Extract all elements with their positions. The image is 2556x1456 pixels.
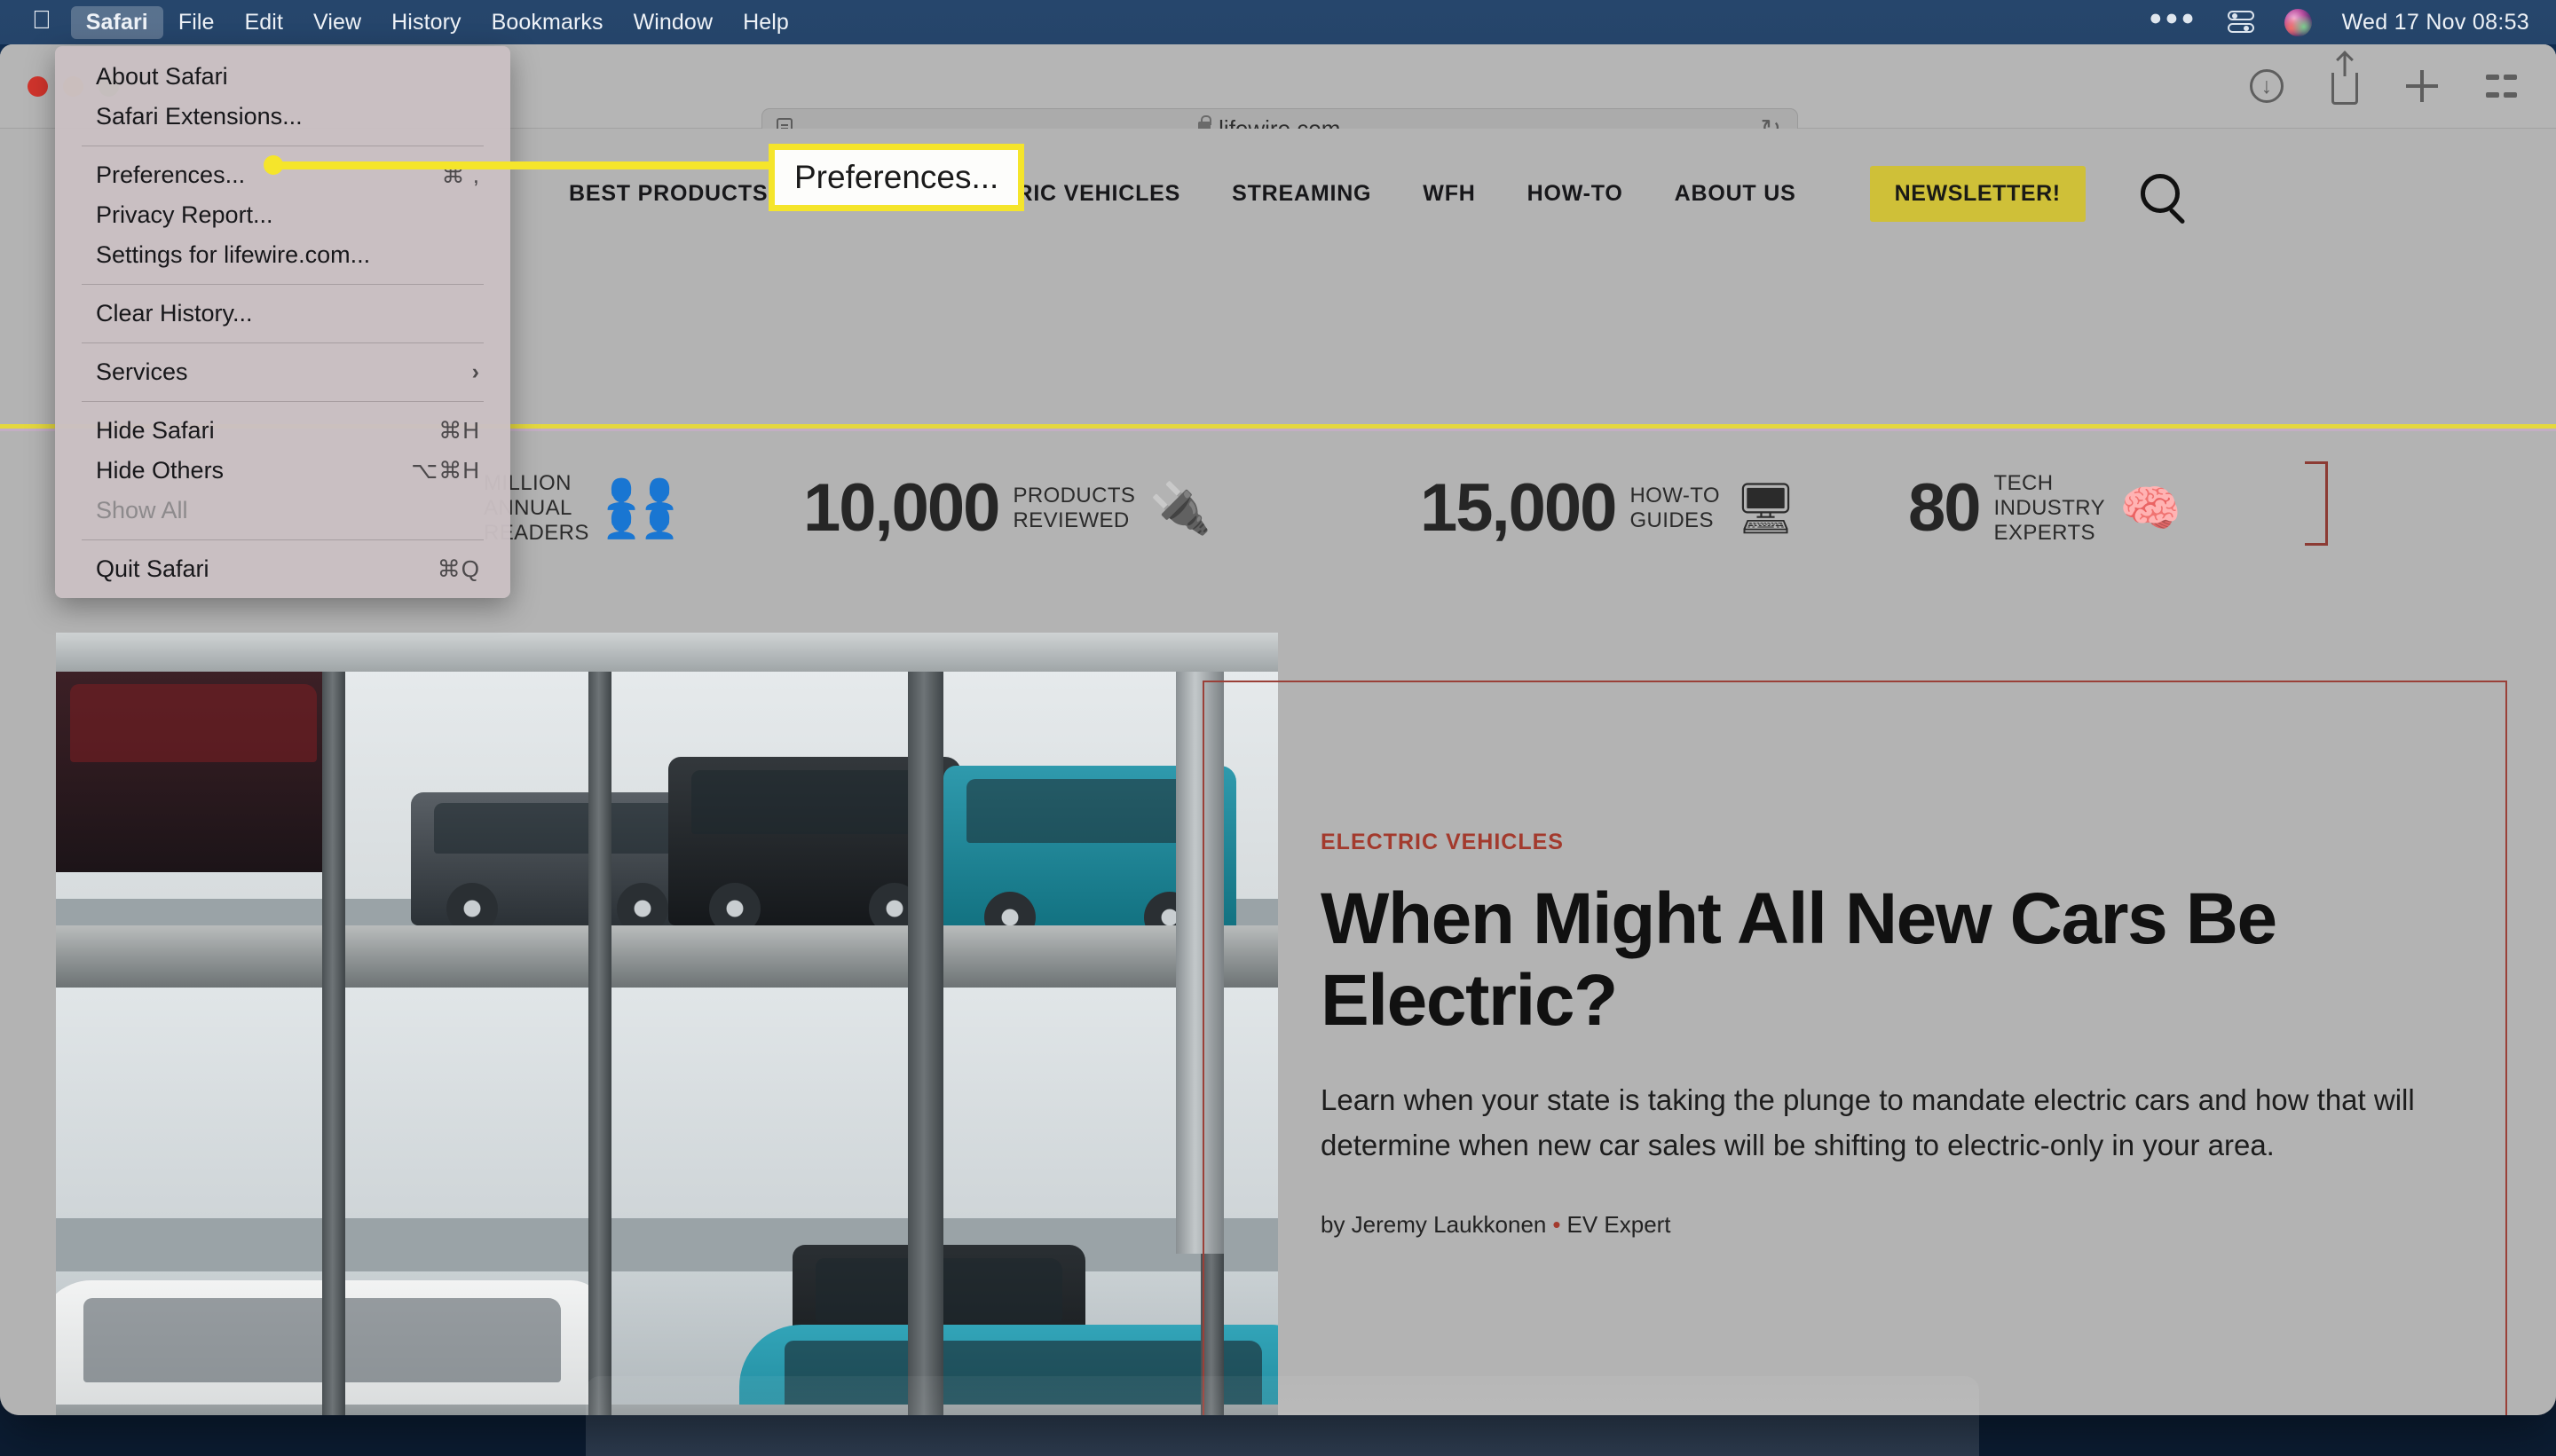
nav-link-streaming[interactable]: STREAMING <box>1206 181 1397 207</box>
stat-guides-label: HOW-TO GUIDES <box>1629 484 1720 532</box>
safari-dropdown-menu: About Safari Safari Extensions... Prefer… <box>55 46 510 598</box>
article-headline[interactable]: When Might All New Cars Be Electric? <box>1321 878 2439 1042</box>
stat-products-reviewed: 10,000 PRODUCTS REVIEWED 🔌 <box>803 475 1211 542</box>
stat-guides-number: 15,000 <box>1420 470 1617 546</box>
menu-item-label: Services <box>96 358 188 385</box>
nav-link-how-to[interactable]: HOW-TO <box>1502 181 1649 207</box>
menu-item-show-all: Show All <box>55 491 510 531</box>
tab-overview-icon[interactable] <box>2486 71 2517 102</box>
article-category[interactable]: ELECTRIC VEHICLES <box>1321 830 2439 855</box>
menu-bookmarks[interactable]: Bookmarks <box>477 6 619 39</box>
stat-tech-experts: 80 TECH INDUSTRY EXPERTS 🧠 <box>1908 471 2181 545</box>
desktop-background:  Safari File Edit View History Bookmark… <box>0 0 2556 1456</box>
article-hero-image[interactable] <box>56 633 1278 1415</box>
menu-item-clear-history[interactable]: Clear History... <box>55 294 510 334</box>
stat-readers: MILLION ANNUAL READERS 👤 👤 👤 👤 <box>484 471 678 545</box>
menu-item-label: Preferences... <box>96 161 246 188</box>
menu-item-label: Hide Others <box>96 457 225 484</box>
article-dek: Learn when your state is taking the plun… <box>1321 1082 2415 1162</box>
article-block: ELECTRIC VEHICLES When Might All New Car… <box>1321 830 2439 1239</box>
menu-item-hide-safari[interactable]: Hide Safari ⌘H <box>55 411 510 451</box>
newsletter-button[interactable]: NEWSLETTER! <box>1869 165 2086 222</box>
menu-divider <box>82 539 484 540</box>
hero-photo <box>56 633 1278 1415</box>
submenu-chevron-icon: › <box>471 359 480 384</box>
menu-item-label: About Safari <box>96 63 228 90</box>
menu-edit[interactable]: Edit <box>230 6 298 39</box>
stat-experts-number: 80 <box>1908 469 1982 546</box>
stat-products-number: 10,000 <box>803 470 1000 546</box>
menu-divider <box>82 284 484 285</box>
menu-divider <box>82 401 484 402</box>
apple-menu-icon[interactable]:  <box>32 7 51 34</box>
downloads-icon[interactable] <box>2250 69 2284 103</box>
byline-role: EV Expert <box>1566 1210 1671 1238</box>
menu-view[interactable]: View <box>298 6 376 39</box>
menu-item-quit-safari[interactable]: Quit Safari ⌘Q <box>55 549 510 589</box>
menu-item-shortcut: ⌘Q <box>437 555 480 582</box>
new-tab-icon[interactable] <box>2406 70 2438 102</box>
menu-safari[interactable]: Safari <box>70 5 163 39</box>
byline-separator: • <box>1552 1210 1561 1238</box>
menu-item-label: Safari Extensions... <box>96 103 303 130</box>
menu-item-about-safari[interactable]: About Safari <box>55 57 510 97</box>
menu-item-label: Quit Safari <box>96 555 209 582</box>
menu-item-label: Hide Safari <box>96 417 215 444</box>
menu-extras-more-icon[interactable]: ●●● <box>2149 5 2197 31</box>
stat-products-label: PRODUCTS REVIEWED <box>1013 484 1136 532</box>
menu-item-hide-others[interactable]: Hide Others ⌥⌘H <box>55 451 510 491</box>
people-icon: 👤 👤 👤 👤 <box>603 476 679 539</box>
close-button[interactable] <box>28 75 48 97</box>
nav-link-best-products[interactable]: BEST PRODUCTS <box>543 181 793 207</box>
menu-item-label: Privacy Report... <box>96 201 273 228</box>
menu-divider <box>82 342 484 343</box>
search-icon[interactable] <box>2140 174 2180 213</box>
siri-icon[interactable] <box>2284 8 2312 36</box>
menu-item-services[interactable]: Services › <box>55 352 510 392</box>
desktop-dock-shadow <box>586 1376 1979 1456</box>
menu-item-shortcut: ⌥⌘H <box>411 457 480 484</box>
article-byline: by Jeremy Laukkonen • EV Expert <box>1321 1211 2439 1239</box>
menu-help[interactable]: Help <box>728 6 804 39</box>
code-gear-icon: 🖥 <box>1733 480 1798 536</box>
menu-item-label: Clear History... <box>96 300 253 327</box>
menu-item-safari-extensions[interactable]: Safari Extensions... <box>55 97 510 137</box>
share-icon[interactable] <box>2331 73 2358 105</box>
menu-item-label: Settings for lifewire.com... <box>96 241 371 268</box>
menubar-clock[interactable]: Wed 17 Nov 08:53 <box>2342 10 2529 35</box>
control-center-icon[interactable] <box>2227 11 2254 34</box>
nav-link-about-us[interactable]: ABOUT US <box>1649 181 1822 207</box>
menu-item-shortcut: ⌘H <box>438 417 480 444</box>
toolbar-right-icons <box>2250 67 2517 105</box>
brain-head-icon: 🧠 <box>2119 479 2181 536</box>
menubar-status-area: ●●● Wed 17 Nov 08:53 <box>2149 5 2556 36</box>
mac-menu-bar:  Safari File Edit View History Bookmark… <box>0 0 2556 44</box>
multimeter-icon: 🔌 <box>1149 480 1212 536</box>
decorative-red-bracket <box>2305 461 2328 546</box>
byline-author[interactable]: by Jeremy Laukkonen <box>1321 1211 1546 1238</box>
menu-window[interactable]: Window <box>619 6 729 39</box>
menu-file[interactable]: File <box>163 6 230 39</box>
stat-howto-guides: 15,000 HOW-TO GUIDES 🖥 <box>1420 475 1797 542</box>
menu-item-label: Show All <box>96 497 188 523</box>
callout-leader-line <box>273 161 772 169</box>
stat-experts-label: TECH INDUSTRY EXPERTS <box>1993 471 2105 545</box>
callout-anchor-dot <box>264 155 283 175</box>
menu-item-settings-for-site[interactable]: Settings for lifewire.com... <box>55 235 510 275</box>
nav-link-wfh[interactable]: WFH <box>1397 181 1501 207</box>
menu-history[interactable]: History <box>376 6 476 39</box>
callout-label: Preferences... <box>769 144 1025 211</box>
menu-item-privacy-report[interactable]: Privacy Report... <box>55 195 510 235</box>
